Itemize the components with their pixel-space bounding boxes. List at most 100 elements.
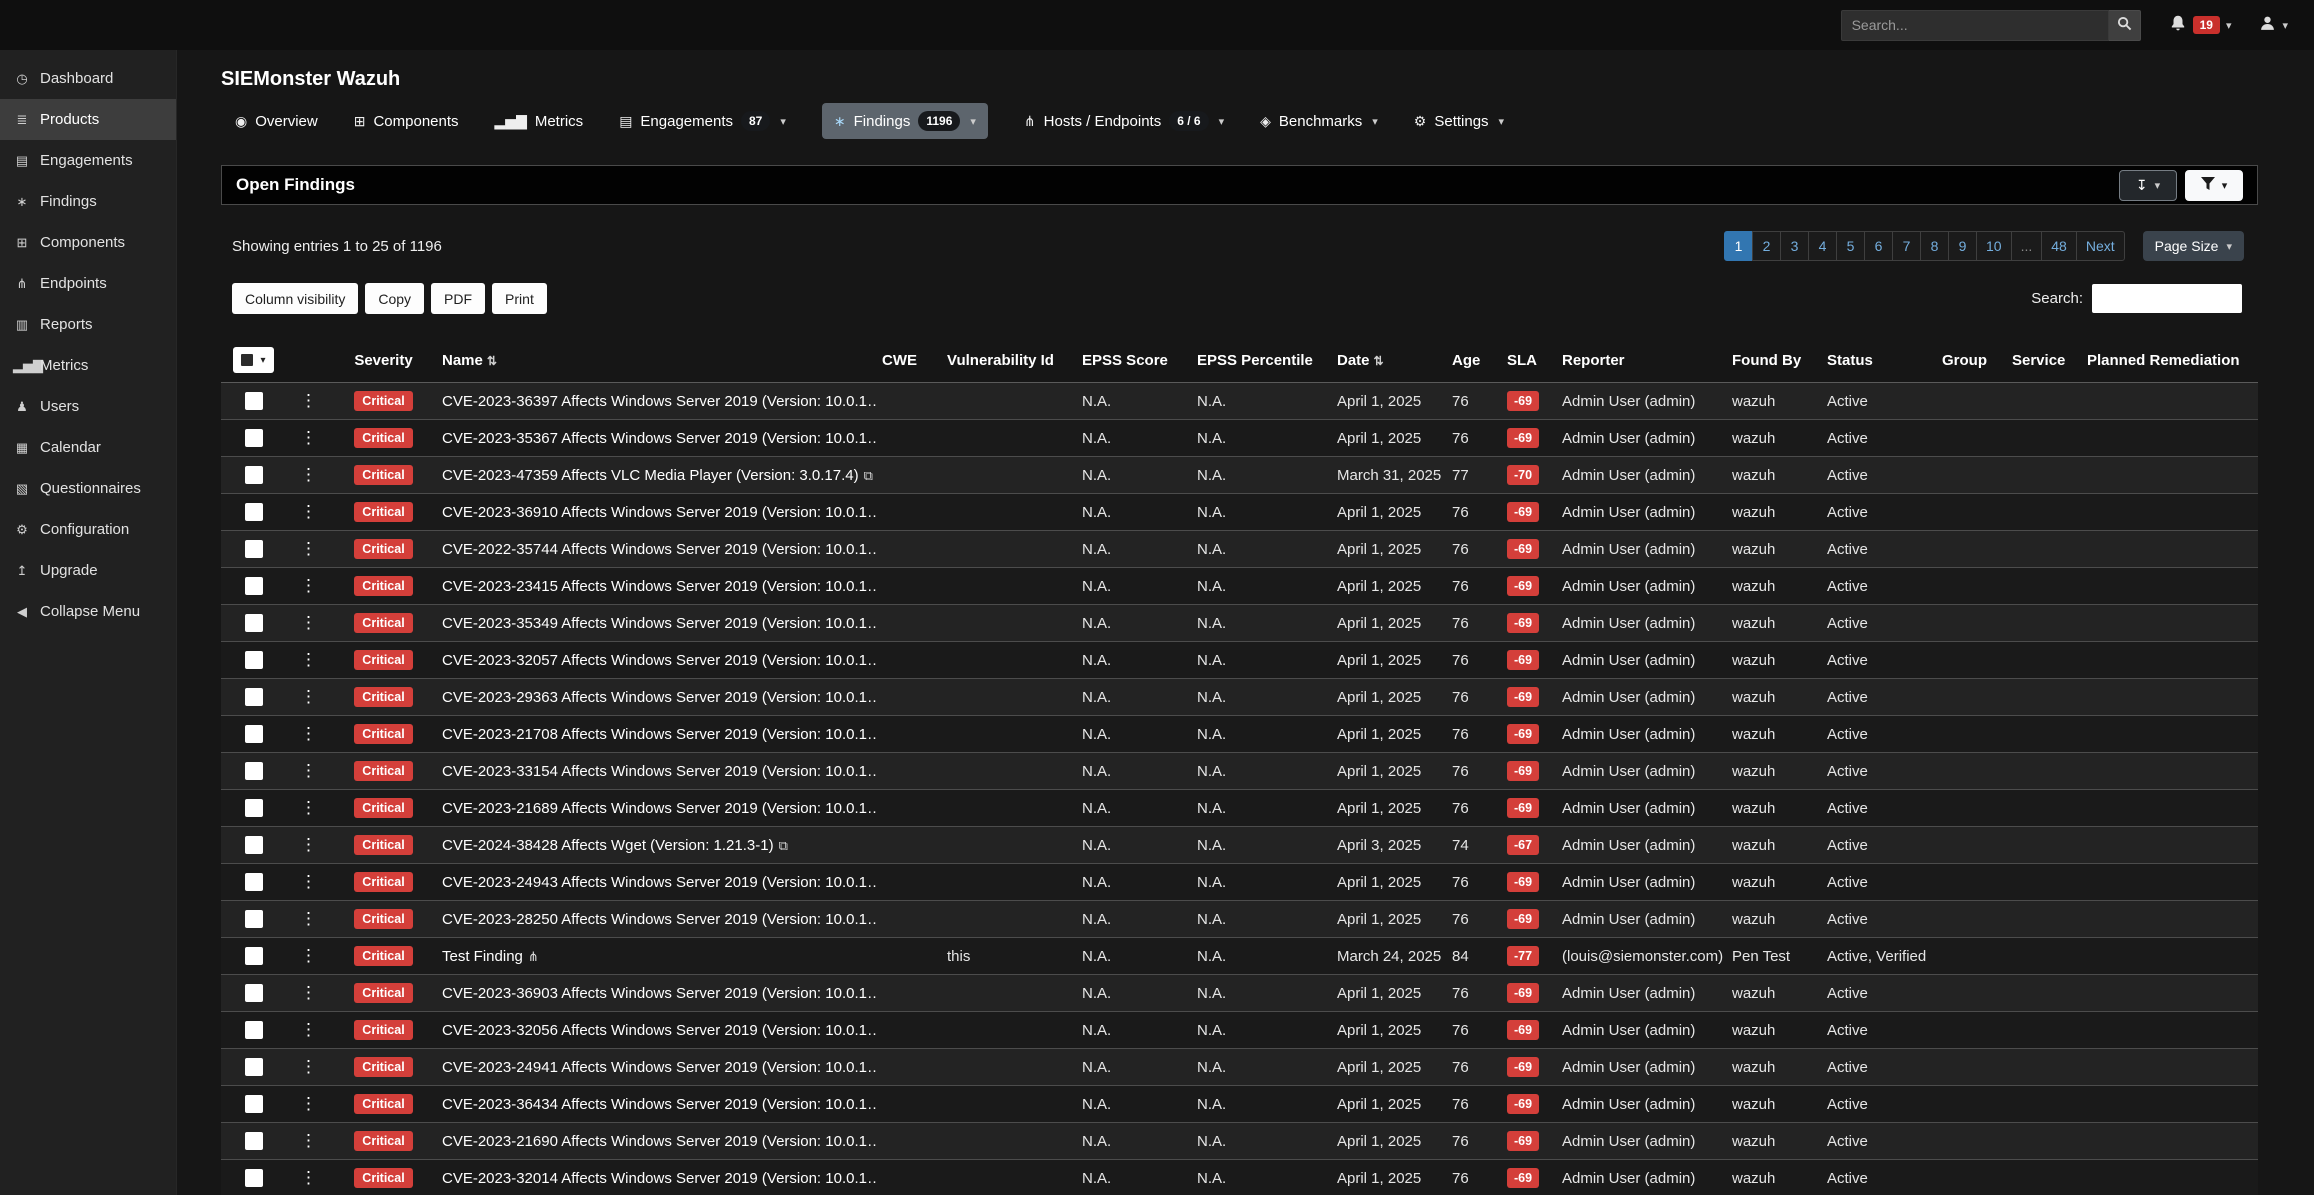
user-menu[interactable]: ▾ [2259,15,2288,36]
row-checkbox[interactable] [245,1169,263,1187]
tab-overview[interactable]: ◉Overview [235,113,318,130]
row-checkbox[interactable] [245,762,263,780]
finding-name-link[interactable]: CVE-2023-23415 Affects Windows Server 20… [442,578,876,595]
pdf-button[interactable]: PDF [431,283,485,314]
row-menu-icon[interactable]: ⋮ [300,391,317,410]
row-menu-icon[interactable]: ⋮ [300,1020,317,1039]
row-menu-icon[interactable]: ⋮ [300,724,317,743]
row-checkbox[interactable] [245,947,263,965]
row-checkbox[interactable] [245,392,263,410]
pagination-48[interactable]: 48 [2041,231,2077,261]
tab-findings[interactable]: ∗Findings1196▾ [822,103,988,139]
pagination-2[interactable]: 2 [1752,231,1781,261]
sidebar-item-upgrade[interactable]: ↥Upgrade [0,550,176,591]
finding-name-link[interactable]: CVE-2023-28250 Affects Windows Server 20… [442,911,876,928]
finding-name-link[interactable]: CVE-2023-29363 Affects Windows Server 20… [442,689,876,706]
row-menu-icon[interactable]: ⋮ [300,1131,317,1150]
row-menu-icon[interactable]: ⋮ [300,576,317,595]
row-checkbox[interactable] [245,1132,263,1150]
row-menu-icon[interactable]: ⋮ [300,1094,317,1113]
pagination-8[interactable]: 8 [1920,231,1949,261]
page-size-button[interactable]: Page Size ▾ [2143,231,2244,261]
finding-name-link[interactable]: CVE-2023-21689 Affects Windows Server 20… [442,800,876,817]
finding-name-link[interactable]: CVE-2023-36903 Affects Windows Server 20… [442,985,876,1002]
pagination-6[interactable]: 6 [1864,231,1893,261]
tab-hosts-endpoints[interactable]: ⋔Hosts / Endpoints6 / 6▾ [1024,111,1224,131]
row-menu-icon[interactable]: ⋮ [300,798,317,817]
row-menu-icon[interactable]: ⋮ [300,465,317,484]
finding-name-link[interactable]: CVE-2023-36397 Affects Windows Server 20… [442,393,876,410]
finding-name-link[interactable]: CVE-2023-32057 Affects Windows Server 20… [442,652,876,669]
print-button[interactable]: Print [492,283,547,314]
row-menu-icon[interactable]: ⋮ [300,909,317,928]
sort-icon[interactable]: ⇅ [487,354,497,368]
download-report-button[interactable]: ↧ ▾ [2119,170,2177,201]
row-checkbox[interactable] [245,577,263,595]
sidebar-item-reports[interactable]: ▥Reports [0,304,176,345]
row-checkbox[interactable] [245,688,263,706]
global-search-button[interactable] [2109,10,2141,41]
select-all-dropdown[interactable]: ▾ [233,347,273,373]
finding-name-link[interactable]: CVE-2023-24943 Affects Windows Server 20… [442,874,876,891]
sidebar-item-endpoints[interactable]: ⋔Endpoints [0,263,176,304]
tab-benchmarks[interactable]: ◈Benchmarks▾ [1260,113,1378,130]
sidebar-item-configuration[interactable]: ⚙Configuration [0,509,176,550]
copy-button[interactable]: Copy [365,283,424,314]
pagination-4[interactable]: 4 [1808,231,1837,261]
pagination-5[interactable]: 5 [1836,231,1865,261]
sidebar-item-metrics[interactable]: ▂▅▇Metrics [0,345,176,386]
finding-name-link[interactable]: Test Finding [442,948,523,965]
row-menu-icon[interactable]: ⋮ [300,502,317,521]
tab-components[interactable]: ⊞Components [354,113,459,130]
pagination-3[interactable]: 3 [1780,231,1809,261]
pagination-next[interactable]: Next [2076,231,2125,261]
column-visibility-button[interactable]: Column visibility [232,283,358,314]
sidebar-item-findings[interactable]: ∗Findings [0,181,176,222]
row-menu-icon[interactable]: ⋮ [300,872,317,891]
row-menu-icon[interactable]: ⋮ [300,1168,317,1187]
row-menu-icon[interactable]: ⋮ [300,650,317,669]
row-menu-icon[interactable]: ⋮ [300,687,317,706]
finding-name-link[interactable]: CVE-2024-38428 Affects Wget (Version: 1.… [442,837,774,854]
finding-name-link[interactable]: CVE-2023-32056 Affects Windows Server 20… [442,1022,876,1039]
notifications-menu[interactable]: 19 ▾ [2169,14,2232,36]
row-checkbox[interactable] [245,910,263,928]
row-checkbox[interactable] [245,429,263,447]
finding-name-link[interactable]: CVE-2023-32014 Affects Windows Server 20… [442,1170,876,1187]
finding-name-link[interactable]: CVE-2023-21708 Affects Windows Server 20… [442,726,876,743]
sidebar-item-products[interactable]: ≣Products [0,99,176,140]
pagination-9[interactable]: 9 [1948,231,1977,261]
finding-name-link[interactable]: CVE-2023-35349 Affects Windows Server 20… [442,615,876,632]
row-checkbox[interactable] [245,503,263,521]
finding-name-link[interactable]: CVE-2023-36910 Affects Windows Server 20… [442,504,876,521]
row-checkbox[interactable] [245,651,263,669]
tab-metrics[interactable]: ▂▅▇Metrics [495,113,584,130]
sidebar-item-users[interactable]: ♟Users [0,386,176,427]
tab-settings[interactable]: ⚙Settings▾ [1414,113,1504,130]
pagination-1[interactable]: 1 [1724,231,1753,261]
global-search-input[interactable] [1841,10,2109,41]
finding-name-link[interactable]: CVE-2023-36434 Affects Windows Server 20… [442,1096,876,1113]
sidebar-item-calendar[interactable]: ▦Calendar [0,427,176,468]
row-menu-icon[interactable]: ⋮ [300,946,317,965]
row-checkbox[interactable] [245,984,263,1002]
sort-icon[interactable]: ⇅ [1374,354,1384,368]
row-checkbox[interactable] [245,799,263,817]
row-menu-icon[interactable]: ⋮ [300,613,317,632]
sidebar-item-dashboard[interactable]: ◷Dashboard [0,58,176,99]
row-checkbox[interactable] [245,873,263,891]
finding-name-link[interactable]: CVE-2023-33154 Affects Windows Server 20… [442,763,876,780]
row-checkbox[interactable] [245,1095,263,1113]
sidebar-item-engagements[interactable]: ▤Engagements [0,140,176,181]
row-checkbox[interactable] [245,725,263,743]
sidebar-item-questionnaires[interactable]: ▧Questionnaires [0,468,176,509]
finding-name-link[interactable]: CVE-2023-47359 Affects VLC Media Player … [442,467,859,484]
row-checkbox[interactable] [245,614,263,632]
row-menu-icon[interactable]: ⋮ [300,761,317,780]
row-checkbox[interactable] [245,836,263,854]
row-menu-icon[interactable]: ⋮ [300,1057,317,1076]
sidebar-item-components[interactable]: ⊞Components [0,222,176,263]
finding-name-link[interactable]: CVE-2023-24941 Affects Windows Server 20… [442,1059,876,1076]
row-checkbox[interactable] [245,1058,263,1076]
row-menu-icon[interactable]: ⋮ [300,983,317,1002]
